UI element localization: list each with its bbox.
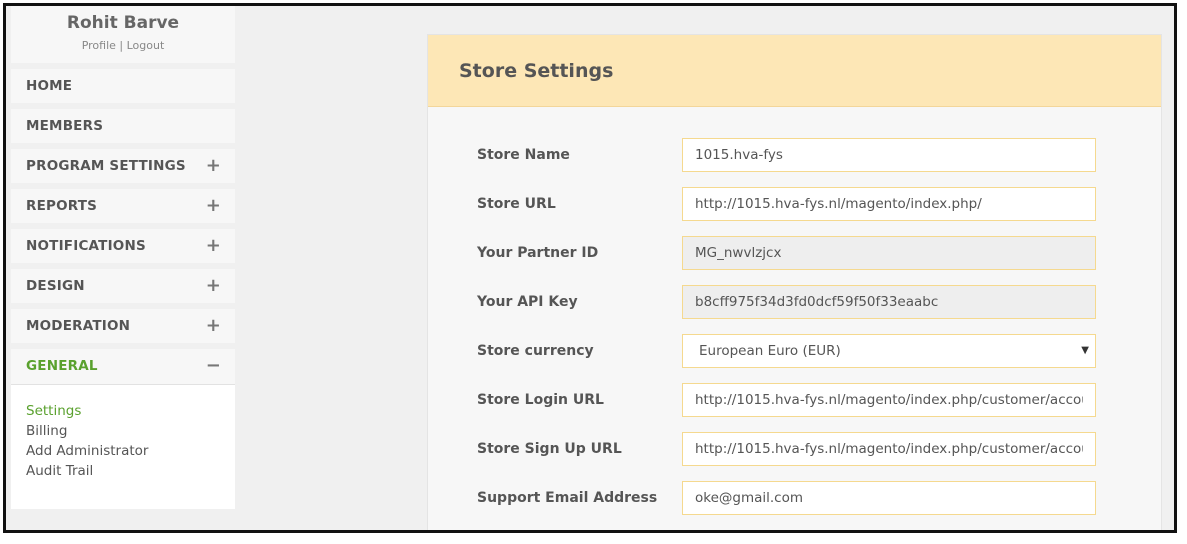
sidebar-item-label: MODERATION [26,318,131,334]
sidebar-item-moderation[interactable]: MODERATION + [11,309,235,343]
api-key-field [682,285,1096,319]
panel-header: Store Settings [428,35,1161,107]
submenu-item-audit-trail[interactable]: Audit Trail [26,461,235,481]
field-label: Support Email Address [477,490,658,506]
store-login-url-input[interactable] [682,383,1096,417]
form-row-store-signup-url: Store Sign Up URL [428,432,1161,481]
sidebar-nav: HOME MEMBERS PROGRAM SETTINGS + REPORTS … [11,69,235,509]
sidebar-item-design[interactable]: DESIGN + [11,269,235,303]
sidebar-item-label: GENERAL [26,358,98,374]
store-name-input[interactable] [682,138,1096,172]
user-card: Rohit Barve Profile | Logout [11,6,235,63]
store-url-input[interactable] [682,187,1096,221]
form-row-store-login-url: Store Login URL [428,383,1161,432]
profile-link[interactable]: Profile [82,39,116,52]
form-row-partner-id: Your Partner ID [428,236,1161,285]
sidebar-item-home[interactable]: HOME [11,69,235,103]
link-separator: | [119,39,124,52]
currency-select[interactable]: European Euro (EUR) ▼ [682,334,1096,368]
sidebar-item-general[interactable]: GENERAL − [11,349,235,385]
submenu-item-settings[interactable]: Settings [26,401,235,421]
app-frame: Rohit Barve Profile | Logout HOME MEMBER… [3,3,1177,533]
sidebar-item-label: PROGRAM SETTINGS [26,158,186,174]
field-label: Store Sign Up URL [477,441,622,457]
user-links: Profile | Logout [11,39,235,52]
form-row-api-key: Your API Key [428,285,1161,334]
submenu-item-billing[interactable]: Billing [26,421,235,441]
settings-form: Store Name Store URL Your Partner ID You… [428,107,1161,530]
user-name: Rohit Barve [66,13,180,33]
currency-selected-value: European Euro (EUR) [699,343,841,359]
minus-icon[interactable]: − [206,349,221,383]
support-email-input[interactable] [682,481,1096,515]
field-label: Store URL [477,196,556,212]
sidebar: Rohit Barve Profile | Logout HOME MEMBER… [11,6,235,509]
sidebar-item-label: MEMBERS [26,118,104,134]
sidebar-item-reports[interactable]: REPORTS + [11,189,235,223]
field-label: Store Login URL [477,392,604,408]
logout-link[interactable]: Logout [127,39,165,52]
field-label: Store currency [477,343,594,359]
sidebar-item-label: DESIGN [26,278,85,294]
form-row-support-email: Support Email Address [428,481,1161,530]
plus-icon[interactable]: + [206,309,221,343]
plus-icon[interactable]: + [206,149,221,183]
caret-down-icon: ▼ [1081,345,1089,356]
form-row-store-name: Store Name [428,138,1161,187]
sidebar-item-notifications[interactable]: NOTIFICATIONS + [11,229,235,263]
sidebar-item-label: NOTIFICATIONS [26,238,146,254]
field-label: Your Partner ID [477,245,599,261]
store-settings-panel: Store Settings Store Name Store URL Your… [427,34,1162,530]
sidebar-item-label: REPORTS [26,198,98,214]
plus-icon[interactable]: + [206,189,221,223]
page-title: Store Settings [459,60,614,82]
sidebar-item-program-settings[interactable]: PROGRAM SETTINGS + [11,149,235,183]
general-submenu: Settings Billing Add Administrator Audit… [11,385,235,509]
plus-icon[interactable]: + [206,269,221,303]
field-label: Store Name [477,147,570,163]
field-label: Your API Key [477,294,578,310]
store-signup-url-input[interactable] [682,432,1096,466]
sidebar-item-members[interactable]: MEMBERS [11,109,235,143]
sidebar-item-label: HOME [26,78,73,94]
submenu-item-add-administrator[interactable]: Add Administrator [26,441,235,461]
plus-icon[interactable]: + [206,229,221,263]
form-row-store-currency: Store currency European Euro (EUR) ▼ [428,334,1161,383]
form-row-store-url: Store URL [428,187,1161,236]
partner-id-field [682,236,1096,270]
